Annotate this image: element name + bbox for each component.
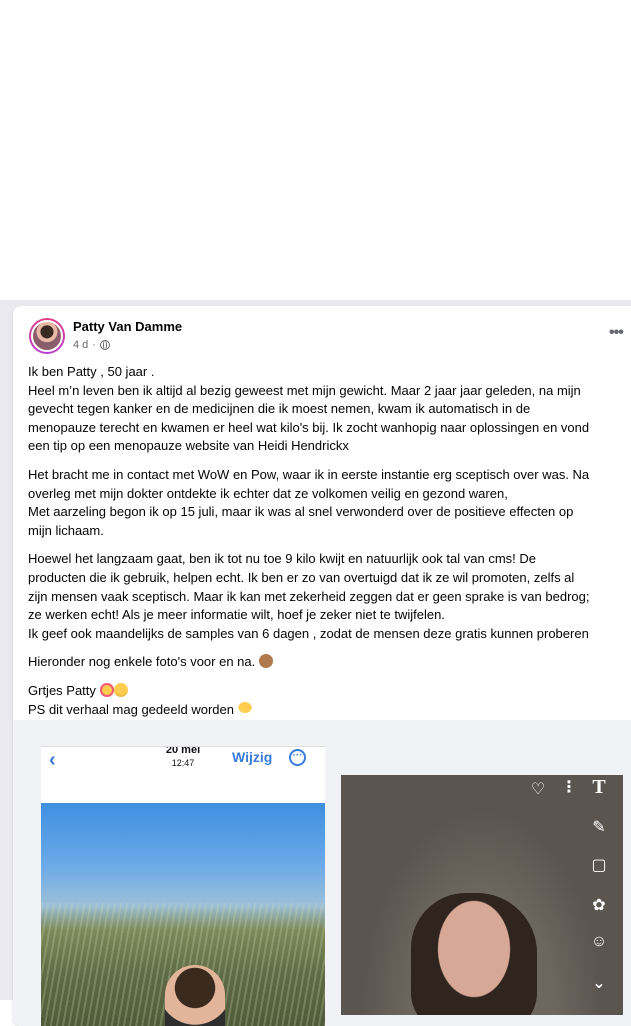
post-meta: 4 d · [73,339,110,351]
back-chevron-icon: ‹ [49,749,56,771]
text-line: gevecht tegen kanker en de medicijnen di… [28,401,531,417]
paragraph-1: Ik ben Patty , 50 jaar . Heel m’n leven … [28,363,631,456]
text-line: Met aarzeling begon ik op 15 juli, maar … [28,504,574,520]
paragraph-5: Grtjes Patty PS dit verhaal mag gedeeld … [28,682,631,719]
greeting-line: Grtjes Patty [28,682,96,698]
text-line: Ik ben Patty , 50 jaar . [28,364,155,379]
globe-icon [99,340,110,350]
text-line: Heel m’n leven ben ik altijd al bezig ge… [28,382,581,398]
paragraph-3: Hoewel het langzaam gaat, ben ik tot nu … [28,550,631,643]
add-sticker-icon: ☺ [590,933,608,950]
top-blank-area [0,0,631,300]
more-vertical-icon: ⋮ [561,779,577,796]
text-line: menopauze terecht en kwamen er heel wat … [28,419,590,435]
author-avatar[interactable] [29,318,65,354]
heart-icon: ♡ [530,781,546,798]
post-card: Patty Van Damme 4 d · ••• Ik ben Patty ,… [13,306,631,1026]
photo-gallery: ‹ 20 mei 12:47 Wijzig ··· ♡ ⋮ T ✎ ▢ ✿ ☺ … [13,720,631,1026]
pencil-icon: ✎ [592,819,606,836]
see-no-evil-monkey-emoji-icon [258,654,273,669]
more-options-button[interactable]: ••• [609,324,624,342]
camera-lens-icon: ✿ [592,897,606,914]
phone-edit-label: Wijzig [232,749,273,765]
chevron-down-icon: ⌄ [592,975,606,992]
more-circle-icon: ··· [289,749,306,766]
paragraph-4: Hieronder nog enkele foto's voor en na. [28,653,631,672]
smiling-face-with-hearts-emoji-icon [99,682,114,697]
grimacing-face-emoji-icon [237,701,252,716]
text-line: producten die ik gebruik, helpen echt. I… [28,569,575,585]
post-time[interactable]: 4 d [73,339,88,351]
text-line: ze werken echt! Als je meer informatie w… [28,607,445,623]
woman-short-hair [411,893,537,1015]
text-tool-icon: T [592,776,606,798]
phone-top-bar: ‹ 20 mei 12:47 Wijzig ··· [41,747,325,776]
author-name[interactable]: Patty Van Damme [73,319,182,334]
photos-line: Hieronder nog enkele foto's voor en na. [28,654,256,670]
photo-after-selfie[interactable]: ♡ ⋮ T ✎ ▢ ✿ ☺ ⌄ [341,775,623,1015]
text-line: overleg met mijn dokter ontdekte ik echt… [28,485,508,501]
text-line: een tip op een menopauze website van Hei… [28,438,349,454]
photo-before-screenshot[interactable]: ‹ 20 mei 12:47 Wijzig ··· [41,746,325,1026]
beach-dune-photo [41,803,325,1026]
avatar-photo [31,320,63,352]
text-line: Het bracht me in contact met WoW en Pow,… [28,466,590,482]
woman-with-sunglasses [165,965,225,1026]
text-line: mijn lichaam. [28,522,104,538]
ps-line: PS dit verhaal mag gedeeld worden [28,701,234,717]
text-line: Ik geef ook maandelijks de samples van 6… [28,625,589,641]
post-body: Ik ben Patty , 50 jaar . Heel m’n leven … [28,363,631,729]
grinning-face-emoji-icon [113,682,128,697]
phone-time: 12:47 [171,758,195,768]
sticker-icon: ▢ [591,857,607,874]
text-line: zijn mensen vaak sceptisch. Maar ik kan … [28,588,590,604]
paragraph-2: Het bracht me in contact met WoW en Pow,… [28,466,631,540]
phone-date: 20 mei [165,746,201,756]
text-line: Hoewel het langzaam gaat, ben ik tot nu … [28,551,536,567]
